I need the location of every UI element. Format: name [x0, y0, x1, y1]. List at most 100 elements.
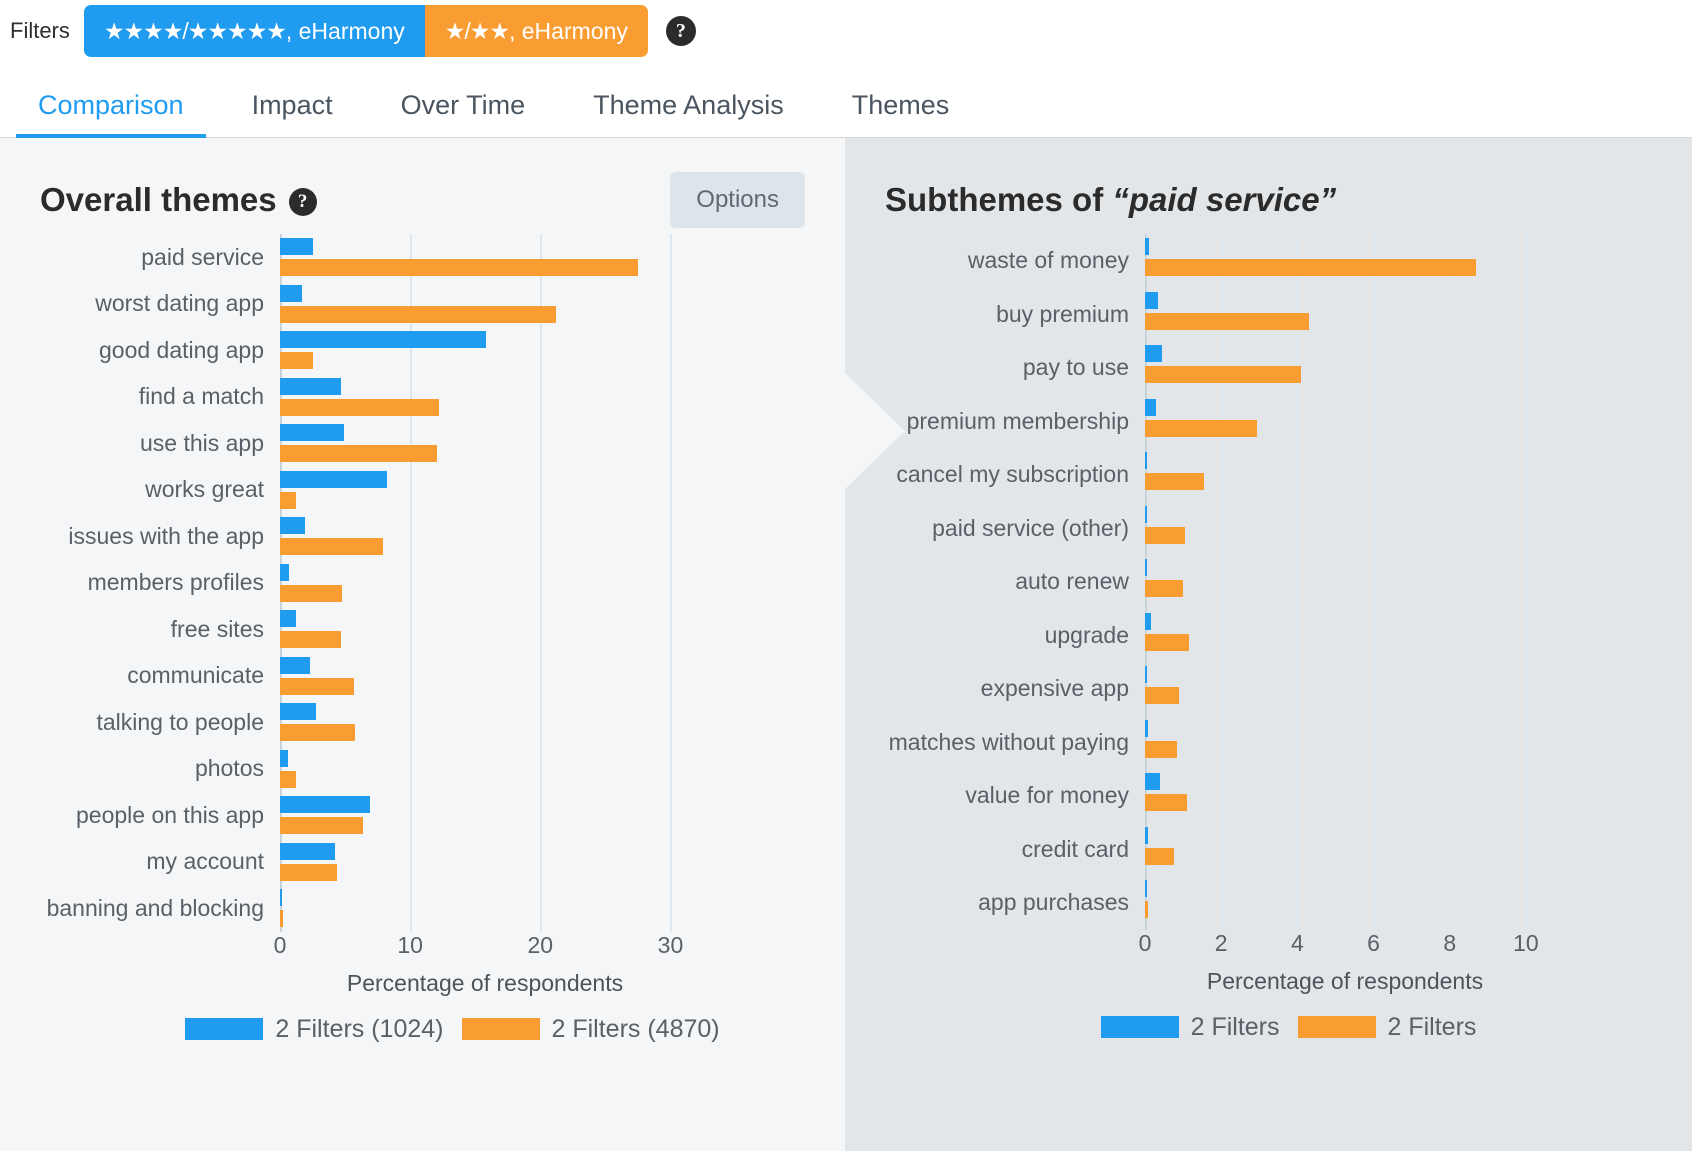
bar-series-orange[interactable]: [1145, 580, 1184, 597]
bar-series-blue[interactable]: [280, 656, 310, 674]
chart-row[interactable]: paid service (other): [845, 502, 1692, 556]
bar-series-blue[interactable]: [1145, 880, 1147, 897]
bar-series-orange[interactable]: [1145, 366, 1302, 383]
bar-series-blue[interactable]: [280, 703, 317, 720]
bar-series-orange[interactable]: [1145, 312, 1309, 330]
chart-row[interactable]: people on this app: [0, 792, 845, 839]
options-button[interactable]: Options: [670, 172, 805, 228]
legend-item[interactable]: 2 Filters: [1297, 1013, 1476, 1042]
bar-series-blue[interactable]: [1145, 773, 1161, 790]
tab-impact[interactable]: Impact: [218, 90, 367, 137]
bar-series-blue[interactable]: [1145, 345, 1163, 362]
chart-row[interactable]: photos: [0, 746, 845, 793]
bar-series-orange[interactable]: [1145, 633, 1189, 651]
bar-series-orange[interactable]: [280, 538, 383, 555]
legend-item[interactable]: 2 Filters (4870): [461, 1015, 720, 1044]
bar-series-orange[interactable]: [280, 259, 638, 276]
bar-series-blue[interactable]: [280, 331, 486, 348]
tab-themes[interactable]: Themes: [818, 90, 984, 137]
bar-series-blue[interactable]: [280, 796, 370, 813]
bar-series-blue[interactable]: [280, 749, 288, 767]
chart-row[interactable]: talking to people: [0, 699, 845, 746]
overall-themes-help-icon[interactable]: ?: [288, 188, 317, 216]
bar-series-orange[interactable]: [1145, 473, 1205, 490]
bar-series-blue[interactable]: [280, 842, 335, 860]
chart-row[interactable]: auto renew: [845, 555, 1692, 609]
bar-series-orange[interactable]: [1145, 526, 1185, 544]
bar-series-orange[interactable]: [280, 910, 283, 927]
bar-series-orange[interactable]: [1145, 687, 1180, 704]
chart-row[interactable]: use this app: [0, 420, 845, 467]
bar-series-orange[interactable]: [1145, 419, 1258, 437]
bar-series-orange[interactable]: [1145, 847, 1174, 865]
bar-series-blue[interactable]: [1145, 291, 1159, 309]
bar-series-blue[interactable]: [280, 517, 305, 534]
bar-series-orange[interactable]: [280, 305, 556, 323]
chart-row[interactable]: cancel my subscription: [845, 448, 1692, 502]
chart-row[interactable]: premium membership: [845, 395, 1692, 449]
bar-series-blue[interactable]: [280, 284, 303, 302]
chart-row[interactable]: upgrade: [845, 609, 1692, 663]
chart-category-label: credit card: [1021, 835, 1129, 862]
chart-row[interactable]: banning and blocking: [0, 885, 845, 932]
bar-series-orange[interactable]: [1145, 901, 1148, 918]
chart-row[interactable]: matches without paying: [845, 716, 1692, 770]
chart-row[interactable]: members profiles: [0, 560, 845, 607]
bar-series-blue[interactable]: [280, 889, 282, 906]
filters-help-icon[interactable]: ?: [665, 16, 696, 46]
bar-series-blue[interactable]: [1145, 666, 1147, 683]
chart-row[interactable]: credit card: [845, 823, 1692, 877]
bar-series-orange[interactable]: [1145, 740, 1178, 758]
chart-row[interactable]: find a match: [0, 374, 845, 421]
tab-theme-analysis[interactable]: Theme Analysis: [559, 90, 818, 137]
bar-series-blue[interactable]: [280, 377, 342, 395]
filter-chip-positive[interactable]: ★★★★/★★★★★, eHarmony: [83, 5, 425, 57]
bar-series-orange[interactable]: [280, 631, 342, 648]
filter-chip-negative[interactable]: ★/★★, eHarmony: [424, 5, 648, 57]
tab-comparison[interactable]: Comparison: [4, 90, 218, 139]
chart-row[interactable]: paid service: [0, 234, 845, 281]
bar-series-orange[interactable]: [280, 445, 438, 462]
bar-series-orange[interactable]: [1145, 259, 1477, 276]
bar-series-orange[interactable]: [1145, 794, 1187, 811]
bar-series-blue[interactable]: [1145, 559, 1147, 576]
bar-series-orange[interactable]: [280, 724, 356, 741]
bar-series-blue[interactable]: [1145, 452, 1147, 469]
chart-row[interactable]: my account: [0, 839, 845, 886]
bar-series-blue[interactable]: [1145, 398, 1157, 416]
bar-series-orange[interactable]: [280, 398, 439, 416]
bar-series-blue[interactable]: [280, 424, 344, 441]
chart-category-label: members profiles: [87, 569, 264, 596]
tab-over-time[interactable]: Over Time: [367, 90, 560, 137]
bar-series-blue[interactable]: [1145, 505, 1147, 523]
bar-series-orange[interactable]: [280, 352, 313, 369]
chart-row[interactable]: expensive app: [845, 662, 1692, 716]
chart-row[interactable]: pay to use: [845, 341, 1692, 395]
chart-row[interactable]: worst dating app: [0, 281, 845, 328]
bar-series-orange[interactable]: [280, 584, 343, 602]
legend-item[interactable]: 2 Filters: [1100, 1013, 1280, 1042]
bar-series-blue[interactable]: [280, 610, 296, 627]
chart-row[interactable]: good dating app: [0, 327, 845, 374]
bar-series-blue[interactable]: [280, 470, 387, 488]
bar-series-blue[interactable]: [280, 238, 313, 255]
bar-series-orange[interactable]: [280, 491, 296, 509]
bar-series-orange[interactable]: [280, 770, 296, 788]
chart-row[interactable]: communicate: [0, 653, 845, 700]
bar-series-blue[interactable]: [280, 563, 290, 581]
legend-item[interactable]: 2 Filters (1024): [185, 1015, 444, 1044]
chart-row[interactable]: waste of money: [845, 234, 1692, 288]
chart-row[interactable]: app purchases: [845, 876, 1692, 930]
chart-row[interactable]: buy premium: [845, 288, 1692, 342]
bar-series-orange[interactable]: [280, 677, 355, 695]
chart-row[interactable]: issues with the app: [0, 513, 845, 560]
chart-row[interactable]: works great: [0, 467, 845, 514]
chart-row[interactable]: free sites: [0, 606, 845, 653]
bar-series-blue[interactable]: [1145, 612, 1151, 630]
bar-series-blue[interactable]: [1145, 719, 1149, 737]
bar-series-orange[interactable]: [280, 817, 364, 834]
bar-series-blue[interactable]: [1145, 238, 1149, 255]
bar-series-blue[interactable]: [1145, 826, 1149, 844]
bar-series-orange[interactable]: [280, 863, 338, 881]
chart-row[interactable]: value for money: [845, 769, 1692, 823]
